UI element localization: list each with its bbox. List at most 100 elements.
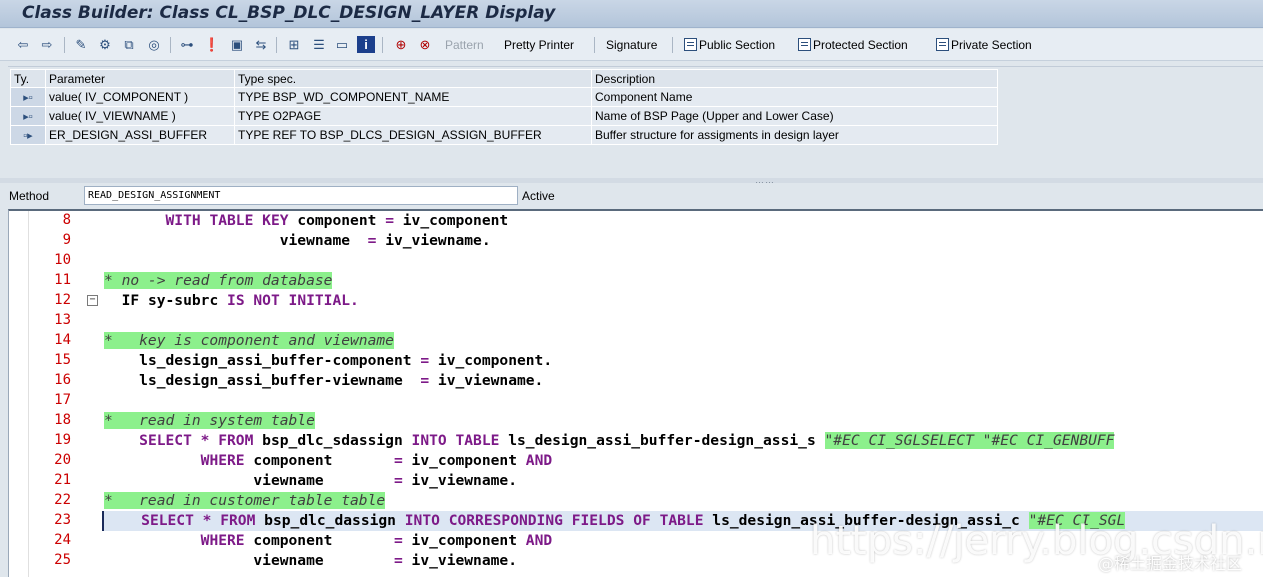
operator: = bbox=[385, 212, 394, 229]
line-number: 9 bbox=[62, 232, 71, 248]
code-text[interactable]: WHERE component = iv_component AND bbox=[102, 451, 1263, 471]
code-line[interactable]: 10 bbox=[9, 251, 1263, 271]
description-cell[interactable]: Component Name bbox=[591, 87, 998, 107]
table-row[interactable]: ▸▫ value( IV_COMPONENT ) TYPE BSP_WD_COM… bbox=[10, 87, 998, 107]
code-text[interactable]: * read in system table bbox=[102, 411, 1263, 431]
line-number: 21 bbox=[54, 472, 71, 488]
identifier: bsp_dlc_dassign bbox=[255, 512, 405, 529]
public-section-button[interactable]: Public Section bbox=[684, 38, 775, 52]
tree-structure-icon[interactable]: ⊞ bbox=[285, 36, 303, 53]
code-text[interactable]: viewname = iv_viewname. bbox=[102, 471, 1263, 491]
code-line[interactable]: 8 WITH TABLE KEY component = iv_componen… bbox=[9, 211, 1263, 231]
identifier: viewname bbox=[253, 472, 394, 489]
code-line[interactable]: 13 bbox=[9, 311, 1263, 331]
line-number: 25 bbox=[54, 552, 71, 568]
identifier: sy-subrc bbox=[139, 292, 228, 309]
identifier: iv_viewname. bbox=[402, 472, 517, 489]
code-line[interactable]: 18 * read in system table bbox=[9, 411, 1263, 431]
identifier: ls_design_assi_buffer-component bbox=[139, 352, 421, 369]
code-text[interactable]: * read in customer table table bbox=[102, 491, 1263, 511]
line-number: 13 bbox=[54, 312, 71, 328]
code-line[interactable]: 15 ls_design_assi_buffer-component = iv_… bbox=[9, 351, 1263, 371]
pattern-button[interactable]: Pattern bbox=[445, 38, 484, 52]
line-number: 12 bbox=[54, 292, 71, 308]
private-section-button[interactable]: Private Section bbox=[936, 38, 1032, 52]
protected-section-button[interactable]: Protected Section bbox=[798, 38, 908, 52]
code-text[interactable] bbox=[102, 391, 1263, 411]
keyword: WHERE bbox=[200, 532, 245, 549]
description-cell[interactable]: Buffer structure for assigments in desig… bbox=[591, 125, 998, 145]
display-object-icon[interactable]: ▣ bbox=[228, 36, 246, 53]
parameter-cell[interactable]: value( IV_COMPONENT ) bbox=[45, 87, 235, 107]
line-number: 16 bbox=[54, 372, 71, 388]
type-spec-cell[interactable]: TYPE O2PAGE bbox=[234, 106, 592, 126]
application-toolbar: ⇦ ⇨ ✎ ⚙ ⧉ ◎ ⊶ ❗ ▣ ⇆ ⊞ ☰ ▭ i ⊕ ⊗ Pattern … bbox=[0, 29, 1263, 61]
collapse-block-icon[interactable]: − bbox=[87, 295, 98, 306]
section-icon bbox=[798, 38, 811, 51]
edit-pencil-icon[interactable]: ✎ bbox=[72, 36, 90, 53]
pretty-printer-button[interactable]: Pretty Printer bbox=[504, 38, 574, 52]
code-text[interactable]: ls_design_assi_buffer-component = iv_com… bbox=[102, 351, 1263, 371]
code-line[interactable]: 12 − IF sy-subrc IS NOT INITIAL. bbox=[9, 291, 1263, 311]
code-text[interactable] bbox=[102, 311, 1263, 331]
code-text[interactable]: * key is component and viewname bbox=[102, 331, 1263, 351]
window-title: Class Builder: Class CL_BSP_DLC_DESIGN_L… bbox=[22, 3, 556, 23]
parameter-cell[interactable]: value( IV_VIEWNAME ) bbox=[45, 106, 235, 126]
info-icon[interactable]: i bbox=[357, 36, 375, 53]
keyword: INTO CORRESPONDING FIELDS OF TABLE bbox=[404, 512, 704, 529]
delete-statement-icon[interactable]: ⊗ bbox=[416, 36, 434, 53]
hierarchy-icon[interactable]: ⊶ bbox=[178, 36, 196, 53]
code-line[interactable]: 22 * read in customer table table bbox=[9, 491, 1263, 511]
object-list-icon[interactable]: ⧉ bbox=[120, 36, 138, 53]
code-text[interactable]: WITH TABLE KEY component = iv_component bbox=[102, 211, 1263, 231]
column-header-description[interactable]: Description bbox=[591, 69, 998, 88]
column-header-ty[interactable]: Ty. bbox=[10, 69, 46, 88]
code-text[interactable]: SELECT * FROM bsp_dlc_sdassign INTO TABL… bbox=[102, 431, 1263, 451]
code-text[interactable] bbox=[102, 251, 1263, 271]
description-cell[interactable]: Name of BSP Page (Upper and Lower Case) bbox=[591, 106, 998, 126]
navigate-icon[interactable]: ⇆ bbox=[252, 36, 270, 53]
keyword: SELECT * FROM bbox=[141, 512, 256, 529]
code-line[interactable]: 21 viewname = iv_viewname. bbox=[9, 471, 1263, 491]
code-line[interactable]: 14 * key is component and viewname bbox=[9, 331, 1263, 351]
insert-statement-icon[interactable]: ⊕ bbox=[392, 36, 410, 53]
parameter-table: Ty. Parameter Type spec. Description ▸▫ … bbox=[10, 69, 998, 145]
watermark-site: @稀土掘金技术社区 bbox=[1098, 554, 1243, 573]
table-row[interactable]: ▫▸ ER_DESIGN_ASSI_BUFFER TYPE REF TO BSP… bbox=[10, 125, 998, 145]
code-line[interactable]: 19 SELECT * FROM bsp_dlc_sdassign INTO T… bbox=[9, 431, 1263, 451]
identifier: ls_design_assi_buffer-viewname bbox=[139, 372, 421, 389]
code-text[interactable]: * no -> read from database bbox=[102, 271, 1263, 291]
code-text[interactable]: viewname = iv_viewname. bbox=[102, 231, 1263, 251]
keyword: SELECT * FROM bbox=[139, 432, 254, 449]
table-row[interactable]: ▸▫ value( IV_VIEWNAME ) TYPE O2PAGE Name… bbox=[10, 106, 998, 126]
column-header-parameter[interactable]: Parameter bbox=[45, 69, 235, 88]
code-line[interactable]: 11 * no -> read from database bbox=[9, 271, 1263, 291]
type-spec-cell[interactable]: TYPE REF TO BSP_DLCS_DESIGN_ASSIGN_BUFFE… bbox=[234, 125, 592, 145]
code-line[interactable]: 17 bbox=[9, 391, 1263, 411]
code-line[interactable]: 16 ls_design_assi_buffer-viewname = iv_v… bbox=[9, 371, 1263, 391]
method-name-field[interactable]: READ_DESIGN_ASSIGNMENT bbox=[84, 186, 518, 205]
type-spec-cell[interactable]: TYPE BSP_WD_COMPONENT_NAME bbox=[234, 87, 592, 107]
pane-splitter[interactable]: …… bbox=[0, 175, 1263, 185]
keyword: WHERE bbox=[200, 452, 245, 469]
where-used-icon[interactable]: ◎ bbox=[145, 36, 163, 53]
window-icon[interactable]: ▭ bbox=[333, 36, 351, 53]
activate-icon[interactable]: ⚙ bbox=[96, 36, 114, 53]
identifier: component bbox=[244, 452, 394, 469]
code-text[interactable]: ls_design_assi_buffer-viewname = iv_view… bbox=[102, 371, 1263, 391]
method-row: Method READ_DESIGN_ASSIGNMENT Active bbox=[0, 184, 1263, 208]
stack-icon[interactable]: ☰ bbox=[310, 36, 328, 53]
parameter-cell[interactable]: ER_DESIGN_ASSI_BUFFER bbox=[45, 125, 235, 145]
line-number: 22 bbox=[54, 492, 71, 508]
back-arrow-icon[interactable]: ⇦ bbox=[14, 36, 32, 53]
importing-icon: ▸▫ bbox=[10, 106, 46, 126]
line-number: 18 bbox=[54, 412, 71, 428]
code-line[interactable]: 20 WHERE component = iv_component AND bbox=[9, 451, 1263, 471]
column-header-type-spec[interactable]: Type spec. bbox=[234, 69, 592, 88]
forward-arrow-icon[interactable]: ⇨ bbox=[38, 36, 56, 53]
line-number: 17 bbox=[54, 392, 71, 408]
code-text[interactable]: IF sy-subrc IS NOT INITIAL. bbox=[102, 291, 1263, 311]
breakpoint-icon[interactable]: ❗ bbox=[203, 36, 221, 53]
signature-button[interactable]: Signature bbox=[606, 38, 657, 52]
code-line[interactable]: 9 viewname = iv_viewname. bbox=[9, 231, 1263, 251]
